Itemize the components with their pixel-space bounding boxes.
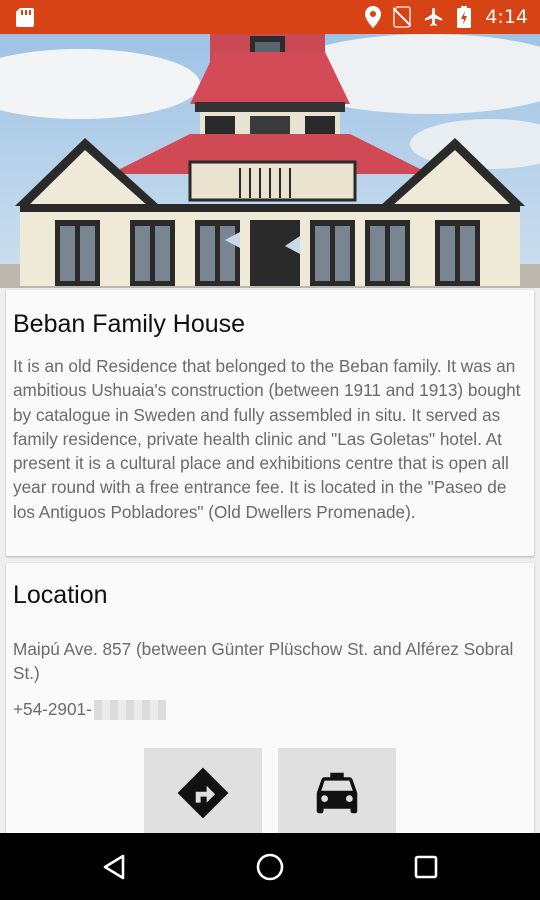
location-title: Location bbox=[13, 581, 108, 609]
taxi-icon bbox=[316, 772, 358, 814]
building-photo bbox=[0, 34, 540, 288]
status-time: 4:14 bbox=[485, 6, 528, 28]
directions-button[interactable] bbox=[144, 748, 262, 838]
airplane-mode-icon bbox=[425, 7, 443, 27]
recents-icon bbox=[414, 855, 438, 879]
location-card: Location Maipú Ave. 857 (between Günter … bbox=[6, 563, 534, 838]
phone-redacted bbox=[93, 699, 166, 720]
no-sim-icon bbox=[393, 6, 412, 28]
status-bar: 4:14 bbox=[0, 0, 540, 34]
back-icon bbox=[103, 854, 125, 880]
place-description: It is an old Residence that belonged to … bbox=[13, 356, 521, 522]
sd-card-icon bbox=[16, 8, 34, 27]
directions-icon bbox=[177, 767, 229, 819]
place-title: Beban Family House bbox=[13, 310, 246, 338]
info-card: Beban Family House It is an old Residenc… bbox=[6, 290, 534, 556]
location-address: Maipú Ave. 857 (between Günter Plüschow … bbox=[13, 639, 514, 683]
home-icon bbox=[256, 853, 284, 881]
phone-number[interactable]: +54-2901- bbox=[13, 699, 166, 720]
recents-button[interactable] bbox=[408, 849, 444, 885]
battery-charging-icon bbox=[457, 6, 472, 28]
phone-prefix: +54-2901- bbox=[13, 699, 92, 719]
location-icon bbox=[365, 6, 382, 28]
taxi-button[interactable] bbox=[278, 748, 396, 838]
home-button[interactable] bbox=[252, 849, 288, 885]
navigation-bar bbox=[0, 833, 540, 900]
back-button[interactable] bbox=[96, 849, 132, 885]
